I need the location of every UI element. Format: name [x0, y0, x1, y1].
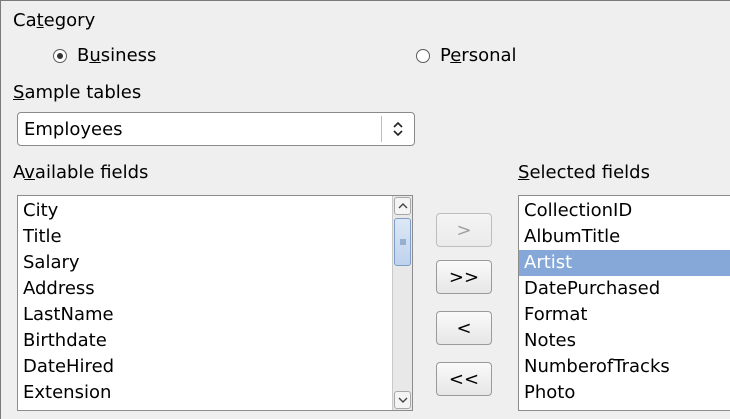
list-item[interactable]: Title	[18, 224, 412, 250]
add-all-fields-button[interactable]: >>	[436, 260, 492, 294]
category-label: Category	[13, 10, 96, 31]
available-fields-scrollbar[interactable]	[392, 196, 412, 410]
add-field-button[interactable]: >	[436, 213, 492, 247]
list-item[interactable]: Format	[519, 302, 730, 328]
list-item[interactable]: AlbumTitle	[519, 224, 730, 250]
list-item[interactable]: DateHired	[18, 354, 412, 380]
selected-fields-list[interactable]: CollectionID AlbumTitle Artist DatePurch…	[518, 195, 730, 411]
grip-icon	[399, 239, 406, 245]
sample-tables-dropdown[interactable]: Employees	[17, 112, 415, 146]
business-radio[interactable]: Business	[53, 45, 156, 67]
sample-tables-value: Employees	[24, 118, 123, 140]
sample-tables-label: Sample tables	[13, 82, 142, 103]
list-item[interactable]: City	[18, 198, 412, 224]
selected-fields-label: Selected fields	[518, 162, 650, 183]
table-wizard-panel: Category Business Personal Sample tables…	[0, 0, 730, 419]
list-item[interactable]: Birthdate	[18, 328, 412, 354]
scroll-down-button[interactable]	[394, 391, 411, 409]
available-fields-list[interactable]: City Title Salary Address LastName Birth…	[17, 195, 413, 411]
personal-radio[interactable]: Personal	[416, 45, 517, 67]
radio-checked-icon	[53, 49, 67, 63]
list-item[interactable]: Extension	[18, 380, 412, 406]
list-item[interactable]: LastName	[18, 302, 412, 328]
remove-field-button[interactable]: <	[436, 311, 492, 345]
remove-all-fields-button[interactable]: <<	[436, 362, 492, 396]
chevron-up-icon	[398, 203, 407, 209]
chevron-down-icon	[398, 397, 407, 403]
business-radio-label: Business	[77, 45, 157, 66]
list-item[interactable]: NumberofTracks	[519, 354, 730, 380]
radio-unchecked-icon	[416, 49, 430, 63]
list-item[interactable]: Address	[18, 276, 412, 302]
list-item[interactable]: CollectionID	[519, 198, 730, 224]
list-item[interactable]: Notes	[519, 328, 730, 354]
list-item[interactable]: Salary	[18, 250, 412, 276]
scroll-thumb[interactable]	[394, 218, 411, 266]
list-item[interactable]: DatePurchased	[519, 276, 730, 302]
personal-radio-label: Personal	[440, 45, 517, 66]
list-item[interactable]: Photo	[519, 380, 730, 406]
list-item-selected[interactable]: Artist	[519, 250, 730, 276]
scroll-up-button[interactable]	[394, 197, 411, 215]
available-fields-label: Available fields	[13, 162, 149, 183]
updown-chevron-icon	[382, 113, 414, 145]
